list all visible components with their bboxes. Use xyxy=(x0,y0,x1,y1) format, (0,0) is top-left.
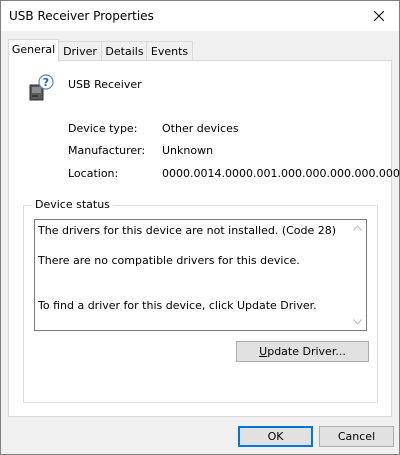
properties-dialog: USB Receiver Properties General Driver D… xyxy=(0,0,400,455)
update-driver-button[interactable]: Update Driver... xyxy=(236,341,369,362)
device-type-value: Other devices xyxy=(162,122,239,135)
manufacturer-value: Unknown xyxy=(162,144,214,157)
status-scrollbar[interactable] xyxy=(349,220,366,330)
location-value: 0000.0014.0000.001.000.000.000.000.000 xyxy=(162,167,400,180)
close-icon xyxy=(374,11,384,21)
close-button[interactable] xyxy=(359,1,399,31)
status-line: To find a driver for this device, click … xyxy=(38,299,317,312)
device-status-textbox[interactable]: The drivers for this device are not inst… xyxy=(34,219,367,331)
general-tab-panel: ? USB Receiver Device type: Other device… xyxy=(8,60,400,417)
update-driver-mnemonic: U xyxy=(259,345,268,358)
device-status-text: The drivers for this device are not inst… xyxy=(38,223,348,313)
update-driver-label: pdate Driver... xyxy=(267,345,346,358)
ok-button[interactable]: OK xyxy=(238,426,313,447)
device-status-title: Device status xyxy=(32,198,113,211)
device-name: USB Receiver xyxy=(68,78,142,91)
title-bar[interactable]: USB Receiver Properties xyxy=(1,1,399,31)
svg-text:?: ? xyxy=(43,76,49,89)
location-label: Location: xyxy=(68,167,119,180)
tab-details[interactable]: Details xyxy=(101,41,148,61)
scroll-up-icon[interactable] xyxy=(353,225,362,231)
tab-general[interactable]: General xyxy=(8,39,59,62)
device-status-group: Device status The drivers for this devic… xyxy=(23,198,378,403)
scroll-down-icon[interactable] xyxy=(353,319,362,325)
window-title: USB Receiver Properties xyxy=(9,9,154,23)
tab-label: Details xyxy=(105,45,144,58)
status-line xyxy=(38,283,348,298)
device-type-label: Device type: xyxy=(68,122,138,135)
status-line xyxy=(38,268,348,283)
ok-label: OK xyxy=(267,430,284,443)
status-line xyxy=(38,238,348,253)
cancel-label: Cancel xyxy=(337,430,376,443)
tab-label: General xyxy=(11,43,56,56)
unknown-device-icon: ? xyxy=(25,73,57,105)
status-line: There are no compatible drivers for this… xyxy=(38,254,300,267)
manufacturer-label: Manufacturer: xyxy=(68,144,146,157)
tab-label: Driver xyxy=(63,45,97,58)
tab-driver[interactable]: Driver xyxy=(57,41,103,61)
tab-label: Events xyxy=(150,45,189,58)
tab-events[interactable]: Events xyxy=(146,41,193,61)
status-line: The drivers for this device are not inst… xyxy=(38,224,337,237)
cancel-button[interactable]: Cancel xyxy=(319,426,394,447)
